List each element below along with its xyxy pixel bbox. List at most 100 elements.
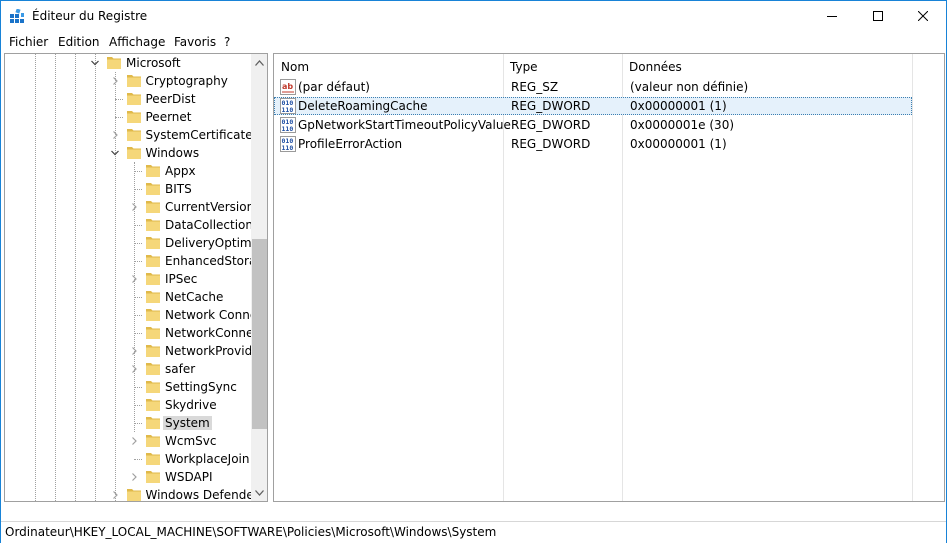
scroll-up-button[interactable] [251,54,267,71]
tree-item-peerdist[interactable]: PeerDist [5,90,251,108]
tree-item-windows-defender[interactable]: Windows Defender [5,486,252,502]
folder-icon [146,165,160,177]
tree-item-safer[interactable]: safer [5,360,251,378]
menu-help[interactable]: ? [224,35,230,49]
folder-icon [146,291,160,303]
tree-connector [134,459,142,460]
tree-item-datacollection[interactable]: DataCollection [5,216,251,234]
registry-values-list[interactable]: Nom Type Données ab (par défaut) REG_SZ (va… [273,53,945,502]
chevron-right-icon[interactable] [129,202,139,212]
scroll-thumb[interactable] [252,239,267,429]
tree-item-label: WorkplaceJoin [165,452,250,466]
tree-item-label: Skydrive [165,398,217,412]
svg-text:110: 110 [282,125,294,133]
chevron-down-icon[interactable] [110,148,120,158]
tree-item-label: Windows Defender [145,488,252,502]
folder-icon [126,147,141,159]
window-title: Éditeur du Registre [32,9,148,23]
tree-connector [134,225,142,226]
tree-connector [134,297,142,298]
tree-item-deliveryoptimizat[interactable]: DeliveryOptimizat [5,234,251,252]
tree-connector [134,405,142,406]
tree-item-enhancedstorage[interactable]: EnhancedStorage [5,252,251,270]
value-row[interactable]: ab (par défaut) REG_SZ (valeur non définie) [274,78,912,96]
folder-icon [146,345,160,357]
close-icon [918,11,928,21]
tree-item-wcmsvc[interactable]: WcmSvc [5,432,251,450]
menu-fichier[interactable]: Fichier [9,35,48,49]
tree-item-networkconnectiv[interactable]: NetworkConnectiv [5,324,251,342]
chevron-down-icon[interactable] [90,58,100,68]
tree-item-label: Microsoft [126,56,181,70]
tree-item-settingsync[interactable]: SettingSync [5,378,251,396]
column-separator[interactable] [912,54,913,501]
folder-icon [146,309,160,321]
tree-item-networkprovider[interactable]: NetworkProvider [5,342,251,360]
tree-item-appx[interactable]: Appx [5,162,251,180]
value-data: 0x0000001e (30) [630,118,735,132]
chevron-right-icon[interactable] [129,346,139,356]
chevron-right-icon[interactable] [129,274,139,284]
menu-bar: Fichier Edition Affichage Favoris ? [1,32,946,52]
tree-item-peernet[interactable]: Peernet [5,108,251,126]
menu-edition[interactable]: Edition [58,35,100,49]
tree-item-label: Appx [165,164,196,178]
column-header-type[interactable]: Type [503,54,622,78]
tree-item-workplacejoin[interactable]: WorkplaceJoin [5,450,251,468]
chevron-right-icon[interactable] [129,436,139,446]
chevron-right-icon[interactable] [110,490,120,500]
tree-item-wsdapi[interactable]: WSDAPI [5,468,251,486]
tree-item-netcache[interactable]: NetCache [5,288,251,306]
chevron-right-icon[interactable] [129,364,139,374]
tree-item-cryptography[interactable]: Cryptography [5,72,251,90]
registry-editor-icon [10,9,24,23]
tree-item-label: Peernet [145,110,192,124]
tree-item-label: WSDAPI [165,470,213,484]
registry-key-tree[interactable]: Microsoft Cryptography PeerDist Peernet Syst… [4,53,268,502]
tree-item-microsoft[interactable]: Microsoft [5,54,251,72]
tree-item-label: Network Connect [165,308,251,322]
svg-text:110: 110 [282,144,294,152]
folder-icon [126,129,141,141]
folder-icon [126,93,141,105]
folder-icon [126,111,141,123]
minimize-button[interactable] [809,1,855,31]
tree-item-system[interactable]: System [5,414,251,432]
value-row[interactable]: 010 110 GpNetworkStartTimeoutPolicyValue RE… [274,116,912,134]
tree-connector [134,315,142,316]
tree-connector [134,333,142,334]
menu-favoris[interactable]: Favoris [174,35,216,49]
tree-item-currentversion[interactable]: CurrentVersion [5,198,251,216]
maximize-button[interactable] [855,1,901,31]
folder-icon [107,57,121,69]
minimize-icon [827,16,837,17]
registry-editor-window: Éditeur du Registre Fichier Edition Affi… [0,0,947,543]
chevron-down-icon [255,489,264,496]
value-row[interactable]: 010 110 ProfileErrorAction REG_DWORD 0x00000… [274,135,912,153]
tree-vertical-scrollbar[interactable] [251,54,267,501]
column-header-type-label: Type [510,60,538,74]
tree-item-label: PeerDist [145,92,196,106]
folder-icon [146,273,160,285]
tree-item-skydrive[interactable]: Skydrive [5,396,251,414]
column-header-data[interactable]: Données [622,54,912,78]
title-bar[interactable]: Éditeur du Registre [1,1,946,31]
value-type: REG_SZ [511,80,559,94]
tree-item-network-connect[interactable]: Network Connect [5,306,251,324]
tree-item-windows[interactable]: Windows [5,144,251,162]
chevron-right-icon[interactable] [110,130,120,140]
scroll-down-button[interactable] [251,484,267,501]
folder-icon [146,327,160,339]
tree-item-ipsec[interactable]: IPSec [5,270,251,288]
close-button[interactable] [900,1,946,31]
chevron-right-icon[interactable] [110,76,120,86]
folder-icon [126,489,141,501]
value-row[interactable]: 010 110 DeleteRoamingCache REG_DWORD 0x00000… [274,97,912,115]
folder-icon [126,75,141,87]
tree-item-label: WcmSvc [165,434,217,448]
tree-item-systemcertificates[interactable]: SystemCertificates [5,126,251,144]
chevron-right-icon[interactable] [129,472,139,482]
tree-item-bits[interactable]: BITS [5,180,251,198]
menu-affichage[interactable]: Affichage [109,35,165,49]
column-header-name[interactable]: Nom [274,54,503,78]
